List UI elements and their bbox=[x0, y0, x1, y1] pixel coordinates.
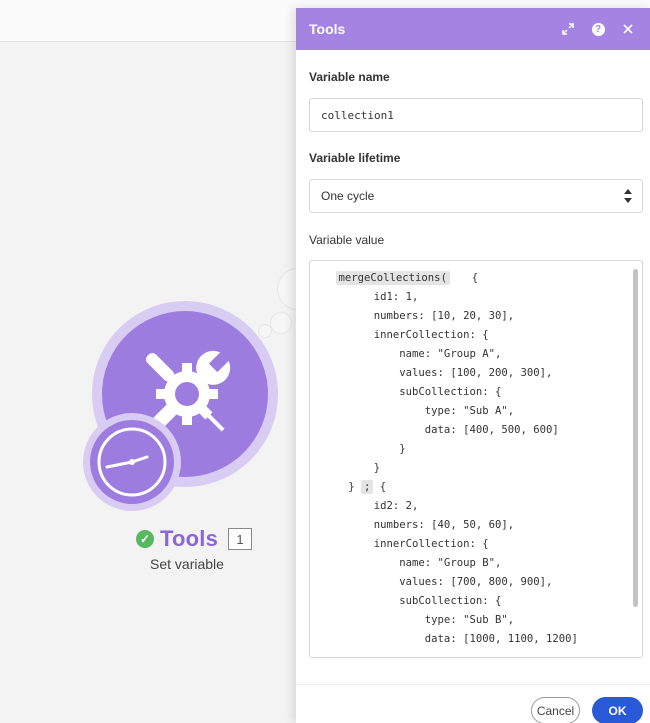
code-line: name: "Group B", bbox=[310, 557, 502, 569]
panel-title: Tools bbox=[309, 21, 346, 37]
schedule-clock-badge[interactable] bbox=[83, 413, 181, 511]
variable-lifetime-value: One cycle bbox=[321, 189, 375, 203]
connector-bubble bbox=[258, 324, 272, 338]
variable-name-label: Variable name bbox=[309, 70, 390, 84]
highlighted-token: ; bbox=[361, 480, 374, 494]
clock-icon bbox=[97, 427, 167, 497]
module-id-badge: 1 bbox=[228, 528, 253, 550]
close-icon[interactable] bbox=[618, 19, 638, 39]
code-line: } bbox=[310, 443, 406, 455]
code-content: mergeCollections( { id1: 1, numbers: [10… bbox=[310, 269, 630, 649]
code-line: type: "Sub B", bbox=[310, 614, 515, 626]
text-cursor-icon bbox=[450, 269, 459, 288]
cancel-button[interactable]: Cancel bbox=[531, 697, 580, 723]
code-line: innerCollection: { bbox=[310, 538, 489, 550]
panel-header: Tools ? bbox=[296, 8, 650, 50]
code-line: values: [100, 200, 300], bbox=[310, 367, 553, 379]
status-check-icon: ✓ bbox=[136, 530, 154, 548]
code-line: data: [400, 500, 600] bbox=[310, 424, 559, 436]
help-icon[interactable]: ? bbox=[588, 19, 608, 39]
code-line: numbers: [10, 20, 30], bbox=[310, 310, 515, 322]
variable-lifetime-select[interactable]: One cycle bbox=[309, 179, 643, 213]
variable-name-input[interactable]: collection1 bbox=[309, 98, 643, 132]
code-line: subCollection: { bbox=[310, 386, 502, 398]
editor-scrollbar[interactable] bbox=[633, 269, 638, 607]
code-line: } bbox=[310, 462, 381, 474]
code-line: subCollection: { bbox=[310, 595, 502, 607]
code-line: mergeCollections( { bbox=[310, 269, 630, 288]
code-line: } ; { bbox=[310, 480, 387, 494]
highlighted-token: mergeCollections( bbox=[335, 271, 450, 285]
ok-button[interactable]: OK bbox=[592, 697, 643, 723]
code-line: innerCollection: { bbox=[310, 329, 489, 341]
connector-bubble bbox=[270, 312, 292, 334]
module-subtitle: Set variable bbox=[150, 556, 224, 572]
module-label: ✓ Tools 1 bbox=[136, 524, 253, 554]
variable-value-editor[interactable]: mergeCollections( { id1: 1, numbers: [10… bbox=[309, 260, 643, 658]
code-line: data: [1000, 1100, 1200] bbox=[310, 633, 578, 645]
code-line: type: "Sub A", bbox=[310, 405, 515, 417]
variable-lifetime-label: Variable lifetime bbox=[309, 151, 401, 165]
module-title: Tools bbox=[160, 526, 219, 551]
panel-footer-divider bbox=[296, 684, 650, 685]
code-line: name: "Group A", bbox=[310, 348, 502, 360]
code-line: id1: 1, bbox=[310, 291, 419, 303]
variable-value-label: Variable value bbox=[309, 233, 385, 247]
code-line: values: [700, 800, 900], bbox=[310, 576, 553, 588]
module-settings-panel: Tools ? Variable name collection1 Variab… bbox=[296, 8, 650, 723]
variable-name-value: collection1 bbox=[321, 108, 394, 122]
select-arrows-icon bbox=[624, 189, 632, 203]
code-line: numbers: [40, 50, 60], bbox=[310, 519, 515, 531]
code-line: id2: 2, bbox=[310, 500, 419, 512]
expand-icon[interactable] bbox=[558, 19, 578, 39]
